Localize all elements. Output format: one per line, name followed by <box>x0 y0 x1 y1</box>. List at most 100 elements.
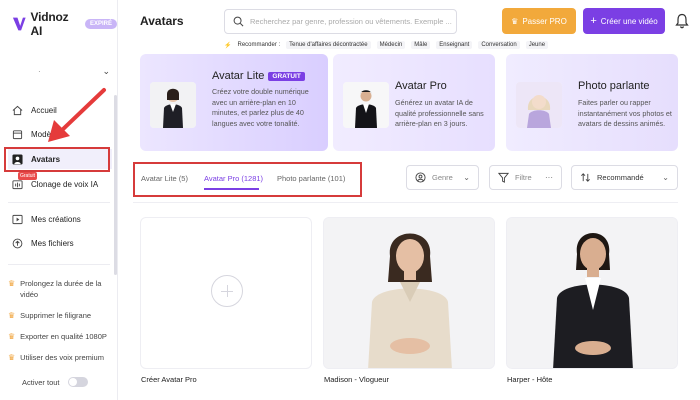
workspace-selector[interactable]: · ⌄ <box>12 64 110 78</box>
template-icon <box>12 129 23 139</box>
card-photo-parlante[interactable]: Photo parlante Faites parler ou rapper i… <box>506 54 678 151</box>
annotation-arrow-icon <box>48 88 106 142</box>
crown-icon: ♛ <box>8 353 16 362</box>
crown-icon: ♛ <box>8 332 16 341</box>
sidebar-item-label: Mes fichiers <box>31 238 74 248</box>
promo-label: Supprimer le filigrane <box>20 311 92 320</box>
card-title: Avatar Lite GRATUIT <box>212 70 305 82</box>
brand-name: Vidnoz AI <box>30 10 69 38</box>
promo-label: Prolongez la durée de la vidéo <box>20 279 102 299</box>
sidebar-item-label: Clonage de voix IA <box>31 179 99 189</box>
tile-label: Créer Avatar Pro <box>141 375 197 384</box>
sidebar-item-mes-creations[interactable]: Mes créations <box>8 209 112 229</box>
app-window: Vidnoz AI EXPIRÉ · ⌄ Accueil Modèles Ava… <box>0 0 700 400</box>
recommend-chip[interactable]: Enseignant <box>436 41 473 49</box>
promo-item-duree[interactable]: ♛ Prolongez la durée de la vidéo <box>8 278 112 300</box>
divider <box>8 264 110 265</box>
brand-logo[interactable]: Vidnoz AI EXPIRÉ <box>12 10 117 38</box>
harper-avatar-image <box>507 218 677 368</box>
recommend-chip[interactable]: Médecin <box>376 41 406 49</box>
sidebar-scrollbar[interactable] <box>114 95 117 275</box>
divider <box>133 202 678 203</box>
card-avatar-lite[interactable]: Avatar Lite GRATUIT Créez votre double nu… <box>140 54 328 151</box>
avatar-pro-thumbnail <box>343 82 389 128</box>
sort-icon <box>581 173 590 182</box>
free-badge: GRATUIT <box>268 71 305 81</box>
highlight-box <box>4 147 110 172</box>
upload-icon <box>12 238 23 248</box>
chevron-down-icon: ⌄ <box>662 173 669 182</box>
plus-icon <box>211 275 243 307</box>
recommend-chip[interactable]: Jeune <box>525 41 549 49</box>
crown-icon: ♛ <box>8 311 16 320</box>
free-tag: Gratuit <box>18 172 38 180</box>
more-icon: ··· <box>545 173 553 182</box>
filter-label: Filtre <box>515 173 532 182</box>
tile-label: Harper - Hôte <box>507 375 553 384</box>
tile-label: Madison - Vlogueur <box>324 375 390 384</box>
divider <box>8 202 110 203</box>
recommend-label: Recommander : <box>237 42 281 48</box>
card-description: Faites parler ou rapper instantanément v… <box>578 98 672 128</box>
card-description: Créez votre double numérique avec un arr… <box>212 87 309 128</box>
genre-select[interactable]: Genre ⌄ <box>406 165 479 190</box>
card-title: Photo parlante <box>578 80 650 92</box>
card-avatar-pro[interactable]: Avatar Pro Générez un avatar IA de quali… <box>333 54 495 151</box>
create-video-label: Créer une vidéo <box>600 16 658 26</box>
search-placeholder: Recherchez par genre, profession ou vête… <box>250 17 452 26</box>
play-icon <box>12 214 23 224</box>
chevron-down-icon: ⌄ <box>102 65 110 76</box>
workspace-label: · <box>38 66 41 76</box>
promo-item-voix[interactable]: ♛ Utiliser des voix premium <box>8 352 112 363</box>
filter-icon <box>498 172 509 183</box>
sidebar: Vidnoz AI EXPIRÉ · ⌄ Accueil Modèles Ava… <box>0 0 118 400</box>
home-icon <box>12 105 23 115</box>
cartoon-avatar-icon <box>516 82 562 128</box>
recommend-row: ⚡ Recommander : Tenue d'affaires décontr… <box>224 41 549 49</box>
promo-label: Utiliser des voix premium <box>20 353 104 362</box>
bell-icon[interactable] <box>675 13 689 29</box>
sort-label: Recommandé <box>597 173 644 182</box>
sidebar-item-mes-fichiers[interactable]: Mes fichiers <box>8 233 112 253</box>
avatar-tile-madison[interactable] <box>323 217 495 369</box>
sort-select[interactable]: Recommandé ⌄ <box>571 165 678 190</box>
madison-avatar-image <box>324 218 494 368</box>
recommend-chip[interactable]: Tenue d'affaires décontractée <box>286 41 371 49</box>
activate-all-toggle[interactable] <box>67 377 88 387</box>
photo-parlante-thumbnail <box>516 82 562 128</box>
promo-item-filigrane[interactable]: ♛ Supprimer le filigrane <box>8 310 112 321</box>
plan-badge: EXPIRÉ <box>84 19 117 29</box>
woman-avatar-icon <box>150 82 196 128</box>
filter-button[interactable]: Filtre ··· <box>489 165 562 190</box>
plus-icon: + <box>590 15 597 27</box>
chevron-down-icon: ⌄ <box>463 173 470 182</box>
page-title: Avatars <box>140 14 184 28</box>
avatar-tile-harper[interactable] <box>506 217 678 369</box>
avatar-lite-thumbnail <box>150 82 196 128</box>
card-title: Avatar Pro <box>395 80 447 92</box>
card-title-text: Avatar Lite <box>212 70 265 82</box>
crown-icon: ♛ <box>511 16 519 26</box>
activate-all-row: Activer tout <box>22 377 88 387</box>
highlight-box <box>133 162 362 197</box>
create-avatar-pro-tile[interactable] <box>140 217 312 369</box>
card-description: Générez un avatar IA de qualité professi… <box>395 98 484 128</box>
bolt-icon: ⚡ <box>224 42 232 49</box>
voice-clone-icon <box>12 179 23 189</box>
vidnoz-logo-icon <box>12 17 26 31</box>
recommend-chip[interactable]: Mâle <box>411 41 431 49</box>
crown-icon: ♛ <box>8 279 16 288</box>
man-avatar-icon <box>343 82 389 128</box>
genre-label: Genre <box>432 173 453 182</box>
search-input[interactable]: Recherchez par genre, profession ou vête… <box>224 9 457 34</box>
create-video-button[interactable]: + Créer une vidéo <box>583 8 665 34</box>
promo-item-1080p[interactable]: ♛ Exporter en qualité 1080P <box>8 331 112 342</box>
activate-all-label: Activer tout <box>22 377 60 387</box>
person-circle-icon <box>415 172 426 183</box>
upgrade-pro-label: Passer PRO <box>522 16 567 26</box>
sidebar-item-label: Mes créations <box>31 214 81 224</box>
recommend-chip[interactable]: Conversation <box>478 41 520 49</box>
search-icon <box>233 16 244 27</box>
upgrade-pro-button[interactable]: ♛ Passer PRO <box>502 8 576 34</box>
promo-label: Exporter en qualité 1080P <box>20 332 107 341</box>
